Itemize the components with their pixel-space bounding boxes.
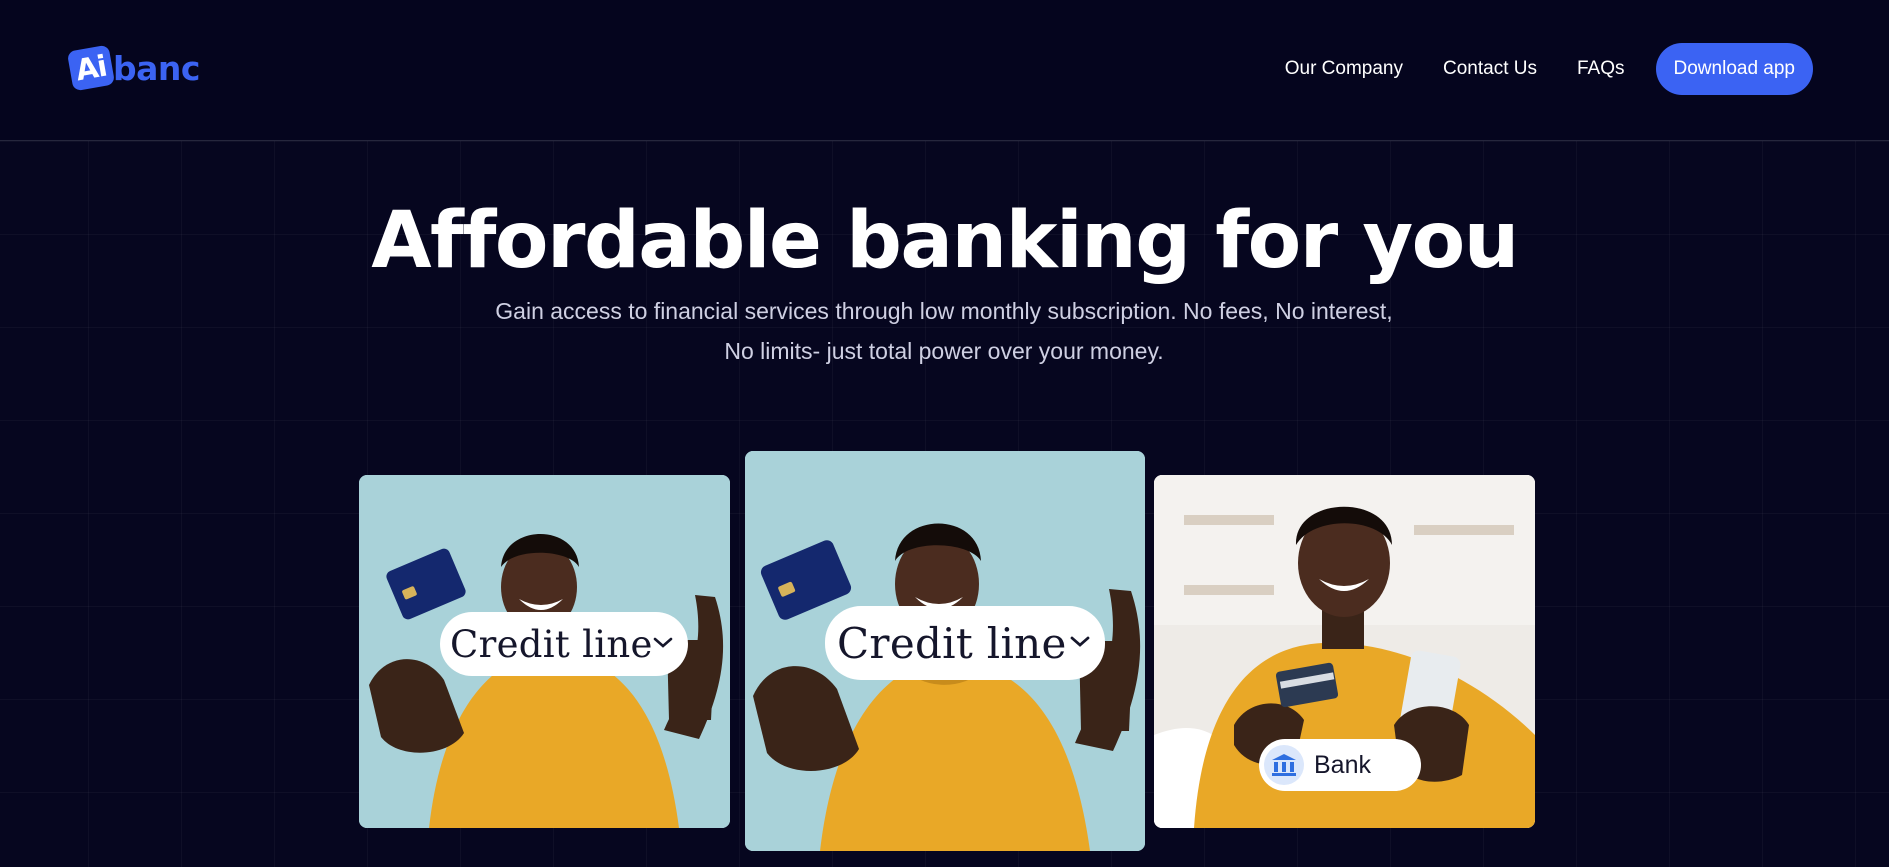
bank-icon xyxy=(1264,745,1304,785)
credit-line-pill[interactable]: Credit line xyxy=(440,612,688,676)
credit-line-card-featured: Credit line xyxy=(745,451,1145,851)
credit-line-pill[interactable]: Credit line xyxy=(825,606,1105,680)
logo-wordmark: banc xyxy=(113,48,200,88)
credit-line-label: Credit line xyxy=(450,622,653,666)
credit-line-label: Credit line xyxy=(837,618,1067,668)
chevron-down-icon xyxy=(1070,636,1090,647)
credit-line-card-small: Credit line xyxy=(359,475,730,828)
download-app-button[interactable]: Download app xyxy=(1655,43,1813,95)
chevron-down-icon xyxy=(653,637,673,648)
bank-pill[interactable]: Bank xyxy=(1259,739,1421,791)
nav-our-company[interactable]: Our Company xyxy=(1285,58,1403,80)
nav-faqs[interactable]: FAQs xyxy=(1577,58,1625,80)
nav-contact-us[interactable]: Contact Us xyxy=(1443,58,1537,80)
site-header: Ai banc Our Company Contact Us FAQs Down… xyxy=(0,0,1889,141)
bank-label: Bank xyxy=(1314,750,1371,779)
main-nav: Our Company Contact Us FAQs Download app xyxy=(1285,43,1813,95)
hero-subtitle: Gain access to financial services throug… xyxy=(495,298,1393,364)
aibanc-logo[interactable]: Ai banc xyxy=(66,44,200,92)
bank-building-icon xyxy=(1272,754,1296,776)
hero-title: Affordable banking for you xyxy=(371,196,1519,286)
logo-badge: Ai xyxy=(66,44,116,92)
bank-card: Bank xyxy=(1154,475,1535,828)
